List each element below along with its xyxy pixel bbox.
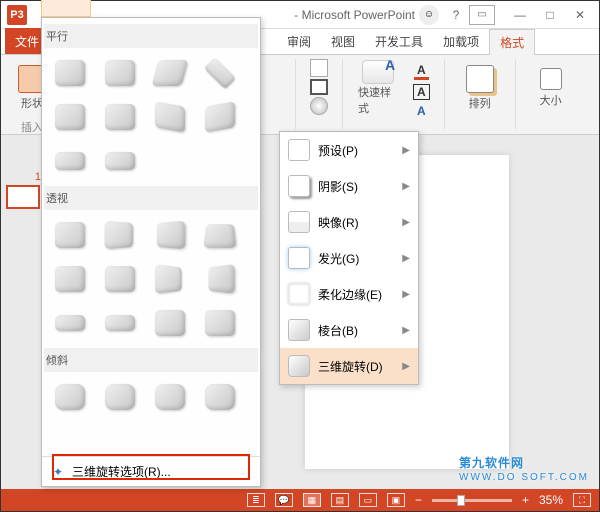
shape-fill-swatch[interactable] xyxy=(310,59,328,77)
text-outline-icon[interactable]: A xyxy=(413,84,430,100)
notes-button[interactable]: ≣ xyxy=(247,493,265,507)
fx-shadow[interactable]: 阴影(S)▶ xyxy=(280,168,418,204)
perspective-preset[interactable] xyxy=(198,304,242,342)
watermark: 第九软件网 WWW.DO SOFT.COM xyxy=(459,454,589,483)
view-sorter-button[interactable]: ▤ xyxy=(331,493,349,507)
view-reading-button[interactable]: ▭ xyxy=(359,493,377,507)
parallel-preset[interactable] xyxy=(148,98,192,136)
rotation-gallery: 平行 透视 倾斜 xyxy=(41,17,261,487)
parallel-preset[interactable] xyxy=(98,142,142,180)
rotation-options-item[interactable]: ✦ 三维旋转选项(R)... xyxy=(42,456,260,486)
slide-thumbnail[interactable] xyxy=(6,185,40,209)
parallel-preset[interactable] xyxy=(48,142,92,180)
fx-reflection[interactable]: 映像(R)▶ xyxy=(280,204,418,240)
zoom-in-button[interactable]: + xyxy=(522,493,529,507)
oblique-preset[interactable] xyxy=(198,378,242,416)
perspective-preset[interactable] xyxy=(48,304,92,342)
shapes-label: 形状 xyxy=(21,95,43,111)
perspective-preset[interactable] xyxy=(48,216,92,254)
rotation-options-label: 三维旋转选项(R)... xyxy=(72,463,171,480)
insert-group-label: 插入 xyxy=(21,119,43,135)
parallel-preset[interactable] xyxy=(98,54,142,92)
parallel-preset[interactable] xyxy=(98,98,142,136)
parallel-preset[interactable] xyxy=(198,98,242,136)
account-face-icon[interactable]: ☺ xyxy=(419,5,439,25)
shape-effects-button[interactable] xyxy=(310,97,328,115)
tab-format[interactable]: 格式 xyxy=(489,29,535,55)
fx-3d-rotation[interactable]: 三维旋转(D)▶ xyxy=(280,348,418,384)
text-fill-icon[interactable]: A xyxy=(414,63,429,80)
maximize-button[interactable]: □ xyxy=(537,5,563,25)
gallery-section-parallel: 平行 xyxy=(44,24,258,48)
size-button[interactable]: 大小 xyxy=(530,59,572,117)
gallery-section-perspective: 透视 xyxy=(44,186,258,210)
parallel-preset[interactable] xyxy=(48,54,92,92)
shape-outline-swatch[interactable] xyxy=(310,79,328,95)
app-title: - Microsoft PowerPoint xyxy=(294,8,415,22)
parallel-preset[interactable] xyxy=(148,54,192,92)
ribbon-options-button[interactable]: ▭ xyxy=(469,5,495,25)
parallel-preset[interactable] xyxy=(198,54,242,92)
fit-window-button[interactable]: ⛶ xyxy=(573,493,591,507)
perspective-preset[interactable] xyxy=(98,216,142,254)
perspective-preset[interactable] xyxy=(98,304,142,342)
fx-bevel[interactable]: 棱台(B)▶ xyxy=(280,312,418,348)
quick-styles-icon xyxy=(362,60,394,84)
perspective-preset[interactable] xyxy=(148,304,192,342)
app-icon: P3 xyxy=(7,5,27,25)
perspective-preset[interactable] xyxy=(148,216,192,254)
shape-effects-menu: 预设(P)▶ 阴影(S)▶ 映像(R)▶ 发光(G)▶ 柔化边缘(E)▶ 棱台(… xyxy=(279,131,419,385)
close-button[interactable]: ✕ xyxy=(567,5,593,25)
fx-preset[interactable]: 预设(P)▶ xyxy=(280,132,418,168)
arrange-button[interactable]: 排列 xyxy=(459,59,501,117)
oblique-preset[interactable] xyxy=(48,378,92,416)
comments-button[interactable]: 💬 xyxy=(275,493,293,507)
oblique-preset[interactable] xyxy=(148,378,192,416)
oblique-preset[interactable] xyxy=(98,378,142,416)
zoom-level[interactable]: 35% xyxy=(539,493,563,507)
fx-glow[interactable]: 发光(G)▶ xyxy=(280,240,418,276)
perspective-preset[interactable] xyxy=(148,260,192,298)
perspective-preset[interactable] xyxy=(98,260,142,298)
zoom-out-button[interactable]: − xyxy=(415,493,422,507)
view-slideshow-button[interactable]: ▣ xyxy=(387,493,405,507)
gallery-section-oblique: 倾斜 xyxy=(44,348,258,372)
parallel-preset[interactable] xyxy=(48,98,92,136)
minimize-button[interactable]: — xyxy=(507,5,533,25)
tab-review[interactable]: 审阅 xyxy=(277,28,321,54)
view-normal-button[interactable]: ▦ xyxy=(303,493,321,507)
rotation-options-icon: ✦ xyxy=(50,464,66,480)
perspective-preset[interactable] xyxy=(198,216,242,254)
tab-addins[interactable]: 加载项 xyxy=(433,28,489,54)
quick-styles-button[interactable]: 快速样式 xyxy=(357,59,399,117)
tab-view[interactable]: 视图 xyxy=(321,28,365,54)
perspective-preset[interactable] xyxy=(198,260,242,298)
no-rotation-preset-hover xyxy=(41,0,91,17)
perspective-preset[interactable] xyxy=(48,260,92,298)
tab-developer[interactable]: 开发工具 xyxy=(365,28,433,54)
status-bar: ≣ 💬 ▦ ▤ ▭ ▣ − + 35% ⛶ xyxy=(1,489,599,511)
slide-number: 1 xyxy=(1,171,45,183)
text-effects-icon[interactable]: A xyxy=(414,104,429,118)
zoom-slider[interactable] xyxy=(432,499,512,502)
fx-softedge[interactable]: 柔化边缘(E)▶ xyxy=(280,276,418,312)
help-button[interactable]: ? xyxy=(443,5,469,25)
